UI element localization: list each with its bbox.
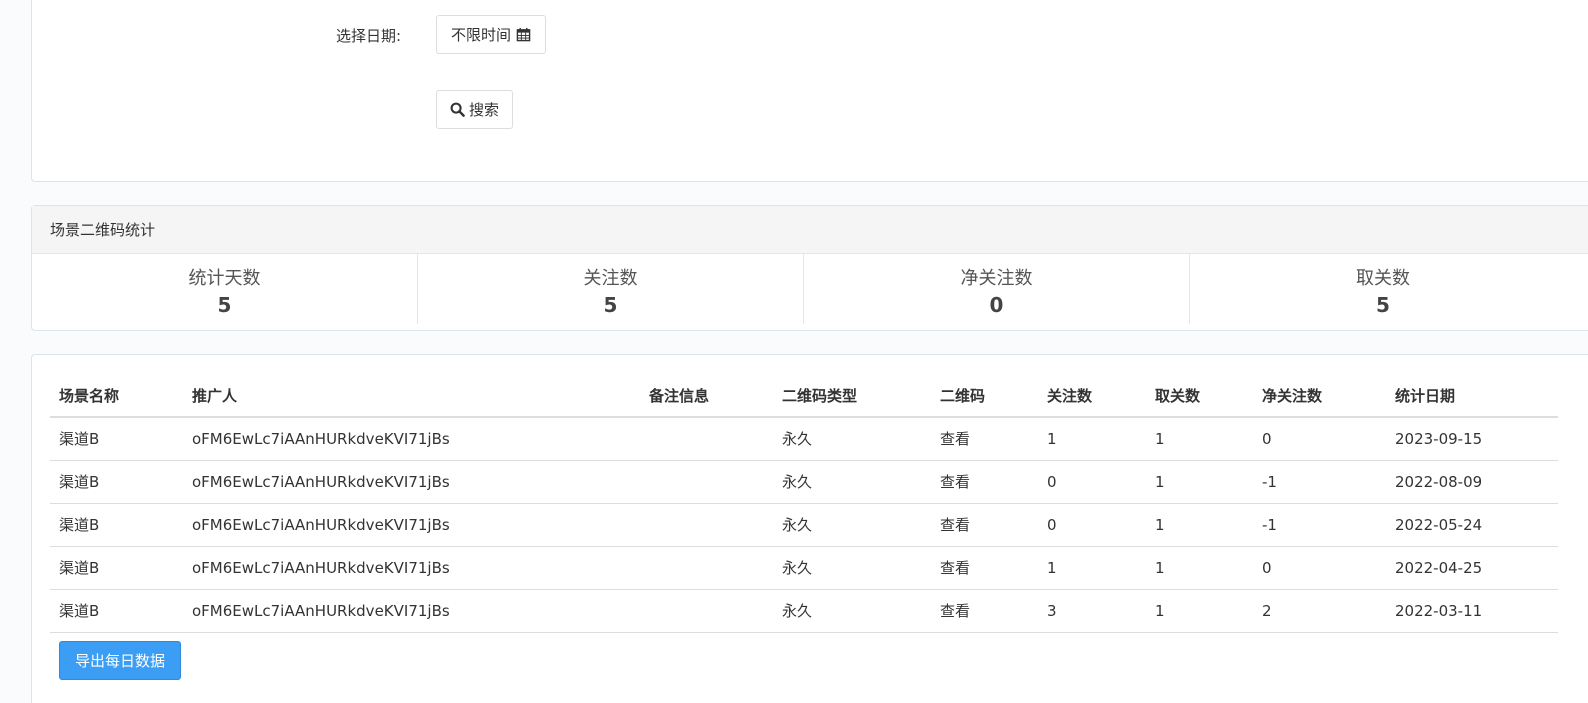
cell-remark xyxy=(640,546,773,590)
cell-remark xyxy=(640,503,773,547)
cell-unfollows: 1 xyxy=(1146,417,1253,461)
cell-scene-name: 渠道B xyxy=(50,417,183,461)
cell-scene-name: 渠道B xyxy=(50,460,183,504)
cell-stat-date: 2022-05-24 xyxy=(1386,503,1558,547)
cell-unfollows: 1 xyxy=(1146,546,1253,590)
cell-follows: 1 xyxy=(1038,546,1146,590)
table-row: 渠道B oFM6EwLc7iAAnHURkdveKVI71jBs 永久 查看 3… xyxy=(50,589,1558,633)
cell-stat-date: 2022-08-09 xyxy=(1386,460,1558,504)
stat-value: 0 xyxy=(989,293,1004,317)
header-unfollows[interactable]: 取关数 xyxy=(1146,375,1253,418)
stat-net-follows: 净关注数 0 xyxy=(804,254,1190,324)
export-daily-data-button[interactable]: 导出每日数据 xyxy=(59,641,182,680)
stat-follows: 关注数 5 xyxy=(418,254,804,324)
stat-days: 统计天数 5 xyxy=(32,254,418,324)
cell-net-follows: 0 xyxy=(1253,417,1386,461)
stat-value: 5 xyxy=(603,293,618,317)
table-header-row: 场景名称 推广人 备注信息 二维码类型 二维码 关注数 取关数 净关注数 统计日… xyxy=(50,375,1558,418)
table-row: 渠道B oFM6EwLc7iAAnHURkdveKVI71jBs 永久 查看 0… xyxy=(50,460,1558,504)
table-row: 渠道B oFM6EwLc7iAAnHURkdveKVI71jBs 永久 查看 1… xyxy=(50,546,1558,590)
cell-promoter: oFM6EwLc7iAAnHURkdveKVI71jBs xyxy=(183,503,640,547)
cell-view-qrcode[interactable]: 查看 xyxy=(931,503,1038,547)
cell-net-follows: -1 xyxy=(1253,460,1386,504)
cell-stat-date: 2022-04-25 xyxy=(1386,546,1558,590)
cell-promoter: oFM6EwLc7iAAnHURkdveKVI71jBs xyxy=(183,460,640,504)
stat-label: 关注数 xyxy=(583,268,638,289)
cell-net-follows: 2 xyxy=(1253,589,1386,633)
cell-stat-date: 2022-03-11 xyxy=(1386,589,1558,633)
cell-promoter: oFM6EwLc7iAAnHURkdveKVI71jBs xyxy=(183,417,640,461)
stats-row: 统计天数 5 关注数 5 净关注数 0 取关数 5 xyxy=(32,254,1588,330)
header-remark[interactable]: 备注信息 xyxy=(640,375,773,418)
search-icon xyxy=(450,102,465,117)
header-qrcode-type[interactable]: 二维码类型 xyxy=(773,375,931,418)
header-follows[interactable]: 关注数 xyxy=(1038,375,1146,418)
stats-table: 场景名称 推广人 备注信息 二维码类型 二维码 关注数 取关数 净关注数 统计日… xyxy=(50,375,1558,633)
search-button[interactable]: 搜索 xyxy=(436,90,514,129)
cell-qrcode-type: 永久 xyxy=(773,589,931,633)
cell-net-follows: 0 xyxy=(1253,546,1386,590)
cell-promoter: oFM6EwLc7iAAnHURkdveKVI71jBs xyxy=(183,546,640,590)
cell-stat-date: 2023-09-15 xyxy=(1386,417,1558,461)
table-row: 渠道B oFM6EwLc7iAAnHURkdveKVI71jBs 永久 查看 0… xyxy=(50,503,1558,547)
cell-follows: 1 xyxy=(1038,417,1146,461)
calendar-icon xyxy=(516,27,531,42)
cell-unfollows: 1 xyxy=(1146,460,1253,504)
cell-promoter: oFM6EwLc7iAAnHURkdveKVI71jBs xyxy=(183,589,640,633)
cell-remark xyxy=(640,589,773,633)
stat-label: 取关数 xyxy=(1356,268,1410,289)
header-promoter[interactable]: 推广人 xyxy=(183,375,640,418)
filter-panel: 选择日期: 不限时间 搜索 xyxy=(31,0,1588,182)
cell-view-qrcode[interactable]: 查看 xyxy=(931,460,1038,504)
cell-unfollows: 1 xyxy=(1146,589,1253,633)
date-picker-button[interactable]: 不限时间 xyxy=(436,15,547,54)
date-label: 选择日期: xyxy=(336,27,402,45)
stat-value: 5 xyxy=(1376,293,1390,317)
cell-qrcode-type: 永久 xyxy=(773,417,931,461)
header-scene-name[interactable]: 场景名称 xyxy=(50,375,183,418)
cell-unfollows: 1 xyxy=(1146,503,1253,547)
header-net-follows[interactable]: 净关注数 xyxy=(1253,375,1386,418)
cell-view-qrcode[interactable]: 查看 xyxy=(931,546,1038,590)
search-button-label: 搜索 xyxy=(469,101,500,119)
stat-label: 净关注数 xyxy=(960,268,1033,289)
cell-remark xyxy=(640,417,773,461)
cell-scene-name: 渠道B xyxy=(50,546,183,590)
stat-unfollows: 取关数 5 xyxy=(1190,254,1576,324)
cell-view-qrcode[interactable]: 查看 xyxy=(931,417,1038,461)
header-qrcode[interactable]: 二维码 xyxy=(931,375,1038,418)
table-row: 渠道B oFM6EwLc7iAAnHURkdveKVI71jBs 永久 查看 1… xyxy=(50,417,1558,461)
cell-follows: 3 xyxy=(1038,589,1146,633)
table-panel: 场景名称 推广人 备注信息 二维码类型 二维码 关注数 取关数 净关注数 统计日… xyxy=(31,354,1588,703)
cell-qrcode-type: 永久 xyxy=(773,460,931,504)
cell-qrcode-type: 永久 xyxy=(773,503,931,547)
cell-scene-name: 渠道B xyxy=(50,503,183,547)
header-stat-date[interactable]: 统计日期 xyxy=(1386,375,1558,418)
stat-value: 5 xyxy=(217,293,232,317)
cell-net-follows: -1 xyxy=(1253,503,1386,547)
date-picker-value: 不限时间 xyxy=(451,26,512,44)
cell-view-qrcode[interactable]: 查看 xyxy=(931,589,1038,633)
cell-remark xyxy=(640,460,773,504)
cell-follows: 0 xyxy=(1038,503,1146,547)
stat-label: 统计天数 xyxy=(188,268,261,289)
cell-scene-name: 渠道B xyxy=(50,589,183,633)
stats-heading: 场景二维码统计 xyxy=(32,206,1588,254)
cell-qrcode-type: 永久 xyxy=(773,546,931,590)
cell-follows: 0 xyxy=(1038,460,1146,504)
stats-panel: 场景二维码统计 统计天数 5 关注数 5 净关注数 0 取关数 5 xyxy=(31,205,1588,331)
